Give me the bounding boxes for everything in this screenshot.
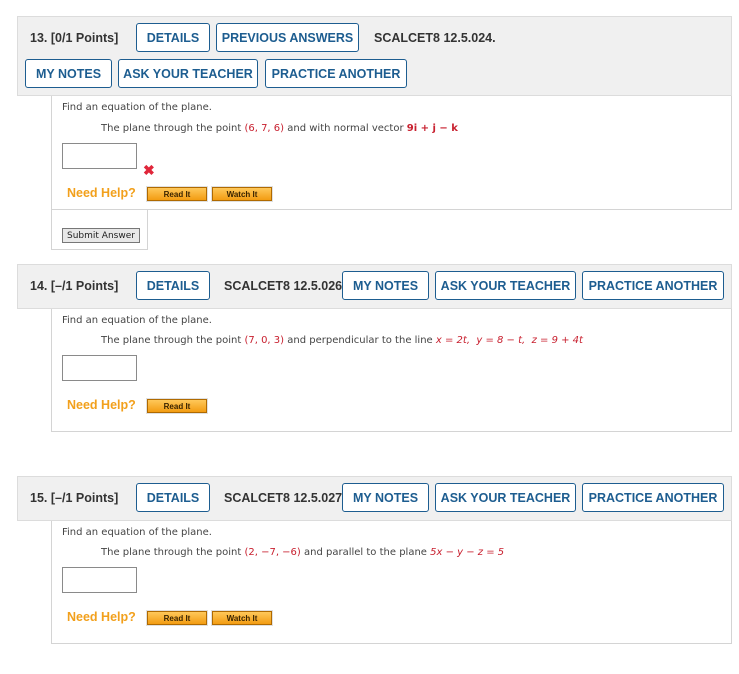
q15-detail-a: The plane through the point [101,547,245,558]
q14-detail-b: and perpendicular to the line [284,335,436,346]
q15-read-it-button[interactable]: Read It [146,610,208,626]
q13-detail-b: and with normal vector [284,123,407,134]
q14-my-notes-button[interactable]: MY NOTES [342,271,429,300]
q14-detail: The plane through the point (7, 0, 3) an… [101,335,583,346]
q14-body [51,309,732,432]
q15-detail-b: and parallel to the plane [300,547,431,558]
q14-detail-a: The plane through the point [101,335,245,346]
x-mark-icon: ✖ [143,162,155,178]
q13-number-label: 13. [30,31,48,45]
q13-prompt: Find an equation of the plane. [62,102,212,113]
q14-line-y: y = 8 − t, [476,335,526,346]
q13-number: 13. [0/1 Points] [30,31,118,45]
q15-details-button[interactable]: DETAILS [136,483,210,512]
q13-need-help: Need Help? [67,186,136,200]
q13-ask-teacher-button[interactable]: ASK YOUR TEACHER [118,59,258,88]
q13-vector: 9i + j − k [406,123,458,134]
q15-code: SCALCET8 12.5.027. [224,491,346,505]
q15-my-notes-button[interactable]: MY NOTES [342,483,429,512]
q14-details-button[interactable]: DETAILS [136,271,210,300]
q13-point: (6, 7, 6) [244,123,285,134]
q15-points: [–/1 Points] [50,491,119,505]
q14-ask-teacher-button[interactable]: ASK YOUR TEACHER [435,271,576,300]
q14-line-x: x = 2t, [435,335,470,346]
q15-watch-it-button[interactable]: Watch It [211,610,273,626]
q14-points: [–/1 Points] [50,279,119,293]
q14-answer-input[interactable] [62,355,137,381]
q13-answer-input[interactable] [62,143,137,169]
q15-answer-input[interactable] [62,567,137,593]
q14-line-z: z = 9 + 4t [531,335,583,346]
q15-body [51,521,732,644]
q15-detail: The plane through the point (2, −7, −6) … [101,547,504,558]
q14-point: (7, 0, 3) [244,335,285,346]
q13-read-it-button[interactable]: Read It [146,186,208,202]
q15-number-label: 15. [30,491,48,505]
q13-previous-answers-button[interactable]: PREVIOUS ANSWERS [216,23,359,52]
q13-submit-button[interactable]: Submit Answer [62,228,140,243]
q15-ask-teacher-button[interactable]: ASK YOUR TEACHER [435,483,576,512]
q15-plane: 5x − y − z = 5 [430,547,505,558]
q15-number: 15. [–/1 Points] [30,491,118,505]
q13-watch-it-button[interactable]: Watch It [211,186,273,202]
q15-point: (2, −7, −6) [244,547,301,558]
q13-practice-another-button[interactable]: PRACTICE ANOTHER [265,59,407,88]
q14-number-label: 14. [30,279,48,293]
q13-detail: The plane through the point (6, 7, 6) an… [101,123,458,134]
q13-detail-a: The plane through the point [101,123,245,134]
q14-practice-another-button[interactable]: PRACTICE ANOTHER [582,271,724,300]
q13-details-button[interactable]: DETAILS [136,23,210,52]
q14-code: SCALCET8 12.5.026. [224,279,346,293]
q14-read-it-button[interactable]: Read It [146,398,208,414]
q15-need-help: Need Help? [67,610,136,624]
q15-practice-another-button[interactable]: PRACTICE ANOTHER [582,483,724,512]
q13-my-notes-button[interactable]: MY NOTES [25,59,112,88]
q15-prompt: Find an equation of the plane. [62,527,212,538]
q14-number: 14. [–/1 Points] [30,279,118,293]
q13-points: [0/1 Points] [50,31,119,45]
q14-need-help: Need Help? [67,398,136,412]
q14-prompt: Find an equation of the plane. [62,315,212,326]
q13-code: SCALCET8 12.5.024. [374,31,496,45]
